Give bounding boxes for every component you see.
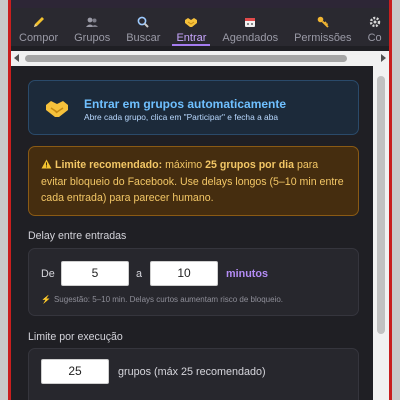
vertical-scrollbar[interactable]	[373, 66, 389, 400]
delay-from-label: De	[41, 268, 55, 280]
banner-subtitle: Abre cada grupo, clica em "Participar" e…	[84, 112, 279, 122]
warning-text-1: máximo	[162, 159, 206, 171]
delay-max-input[interactable]: 10	[150, 261, 218, 286]
horizontal-scrollbar[interactable]	[11, 51, 389, 66]
tab-label: Grupos	[74, 32, 111, 44]
tab-entrar[interactable]: Entrar	[168, 8, 214, 46]
delay-hint-text: Sugestão: 5–10 min. Delays curtos aument…	[53, 295, 283, 304]
tab-label: Co	[367, 32, 382, 44]
delay-to-label: a	[136, 268, 143, 280]
limit-suffix: grupos (máx 25 recomendado)	[118, 366, 266, 378]
limit-warning: Limite recomendado: máximo 25 grupos por…	[28, 146, 359, 216]
people-icon	[85, 14, 99, 30]
calendar-icon	[243, 14, 257, 30]
handshake-icon	[184, 14, 198, 30]
gear-icon	[368, 14, 382, 30]
extension-popup: Compor Grupos Buscar Entrar Agendados Pe…	[8, 0, 392, 400]
limit-section-label: Limite por execução	[28, 331, 123, 343]
tab-compor[interactable]: Compor	[11, 8, 66, 46]
tab-label: Compor	[19, 32, 59, 44]
delay-unit: minutos	[226, 268, 268, 280]
handshake-icon	[45, 96, 69, 125]
delay-card: De 5 a 10 minutos ⚡ Sugestão: 5–10 min. D…	[28, 248, 359, 316]
auto-join-banner: Entrar em grupos automaticamente Abre ca…	[28, 80, 359, 135]
tab-configuracoes[interactable]: Co	[360, 8, 389, 46]
tab-label: Agendados	[222, 32, 279, 44]
scroll-right-arrow-icon[interactable]	[381, 54, 386, 62]
limit-input[interactable]: 25	[41, 359, 109, 384]
tab-label: Entrar	[176, 32, 207, 44]
delay-section-label: Delay entre entradas	[28, 230, 127, 242]
tab-label: Permissões	[294, 32, 352, 44]
limit-card: 25 grupos (máx 25 recomendado)	[28, 348, 359, 400]
delay-hint: ⚡ Sugestão: 5–10 min. Delays curtos aumen…	[41, 295, 283, 304]
tab-grupos[interactable]: Grupos	[66, 8, 118, 46]
tab-permissoes[interactable]: Permissões	[286, 8, 359, 46]
delay-min-input[interactable]: 5	[61, 261, 129, 286]
warning-strong-prefix: Limite recomendado:	[55, 159, 163, 171]
search-icon	[136, 14, 150, 30]
top-strip	[11, 0, 389, 8]
tab-bar: Compor Grupos Buscar Entrar Agendados Pe…	[11, 8, 389, 46]
tab-agendados[interactable]: Agendados	[214, 8, 286, 46]
scrollbar-thumb[interactable]	[377, 76, 385, 334]
warning-strong-count: 25 grupos por dia	[205, 159, 295, 171]
warning-icon	[41, 158, 52, 174]
lightning-icon: ⚡	[41, 295, 51, 304]
scroll-left-arrow-icon[interactable]	[14, 54, 19, 62]
pencil-icon	[32, 14, 46, 30]
tab-buscar[interactable]: Buscar	[118, 8, 168, 46]
key-icon	[316, 14, 330, 30]
banner-title: Entrar em grupos automaticamente	[84, 97, 287, 111]
join-groups-panel: Entrar em grupos automaticamente Abre ca…	[11, 66, 373, 400]
scrollbar-thumb[interactable]	[25, 55, 347, 62]
tab-label: Buscar	[126, 32, 161, 44]
